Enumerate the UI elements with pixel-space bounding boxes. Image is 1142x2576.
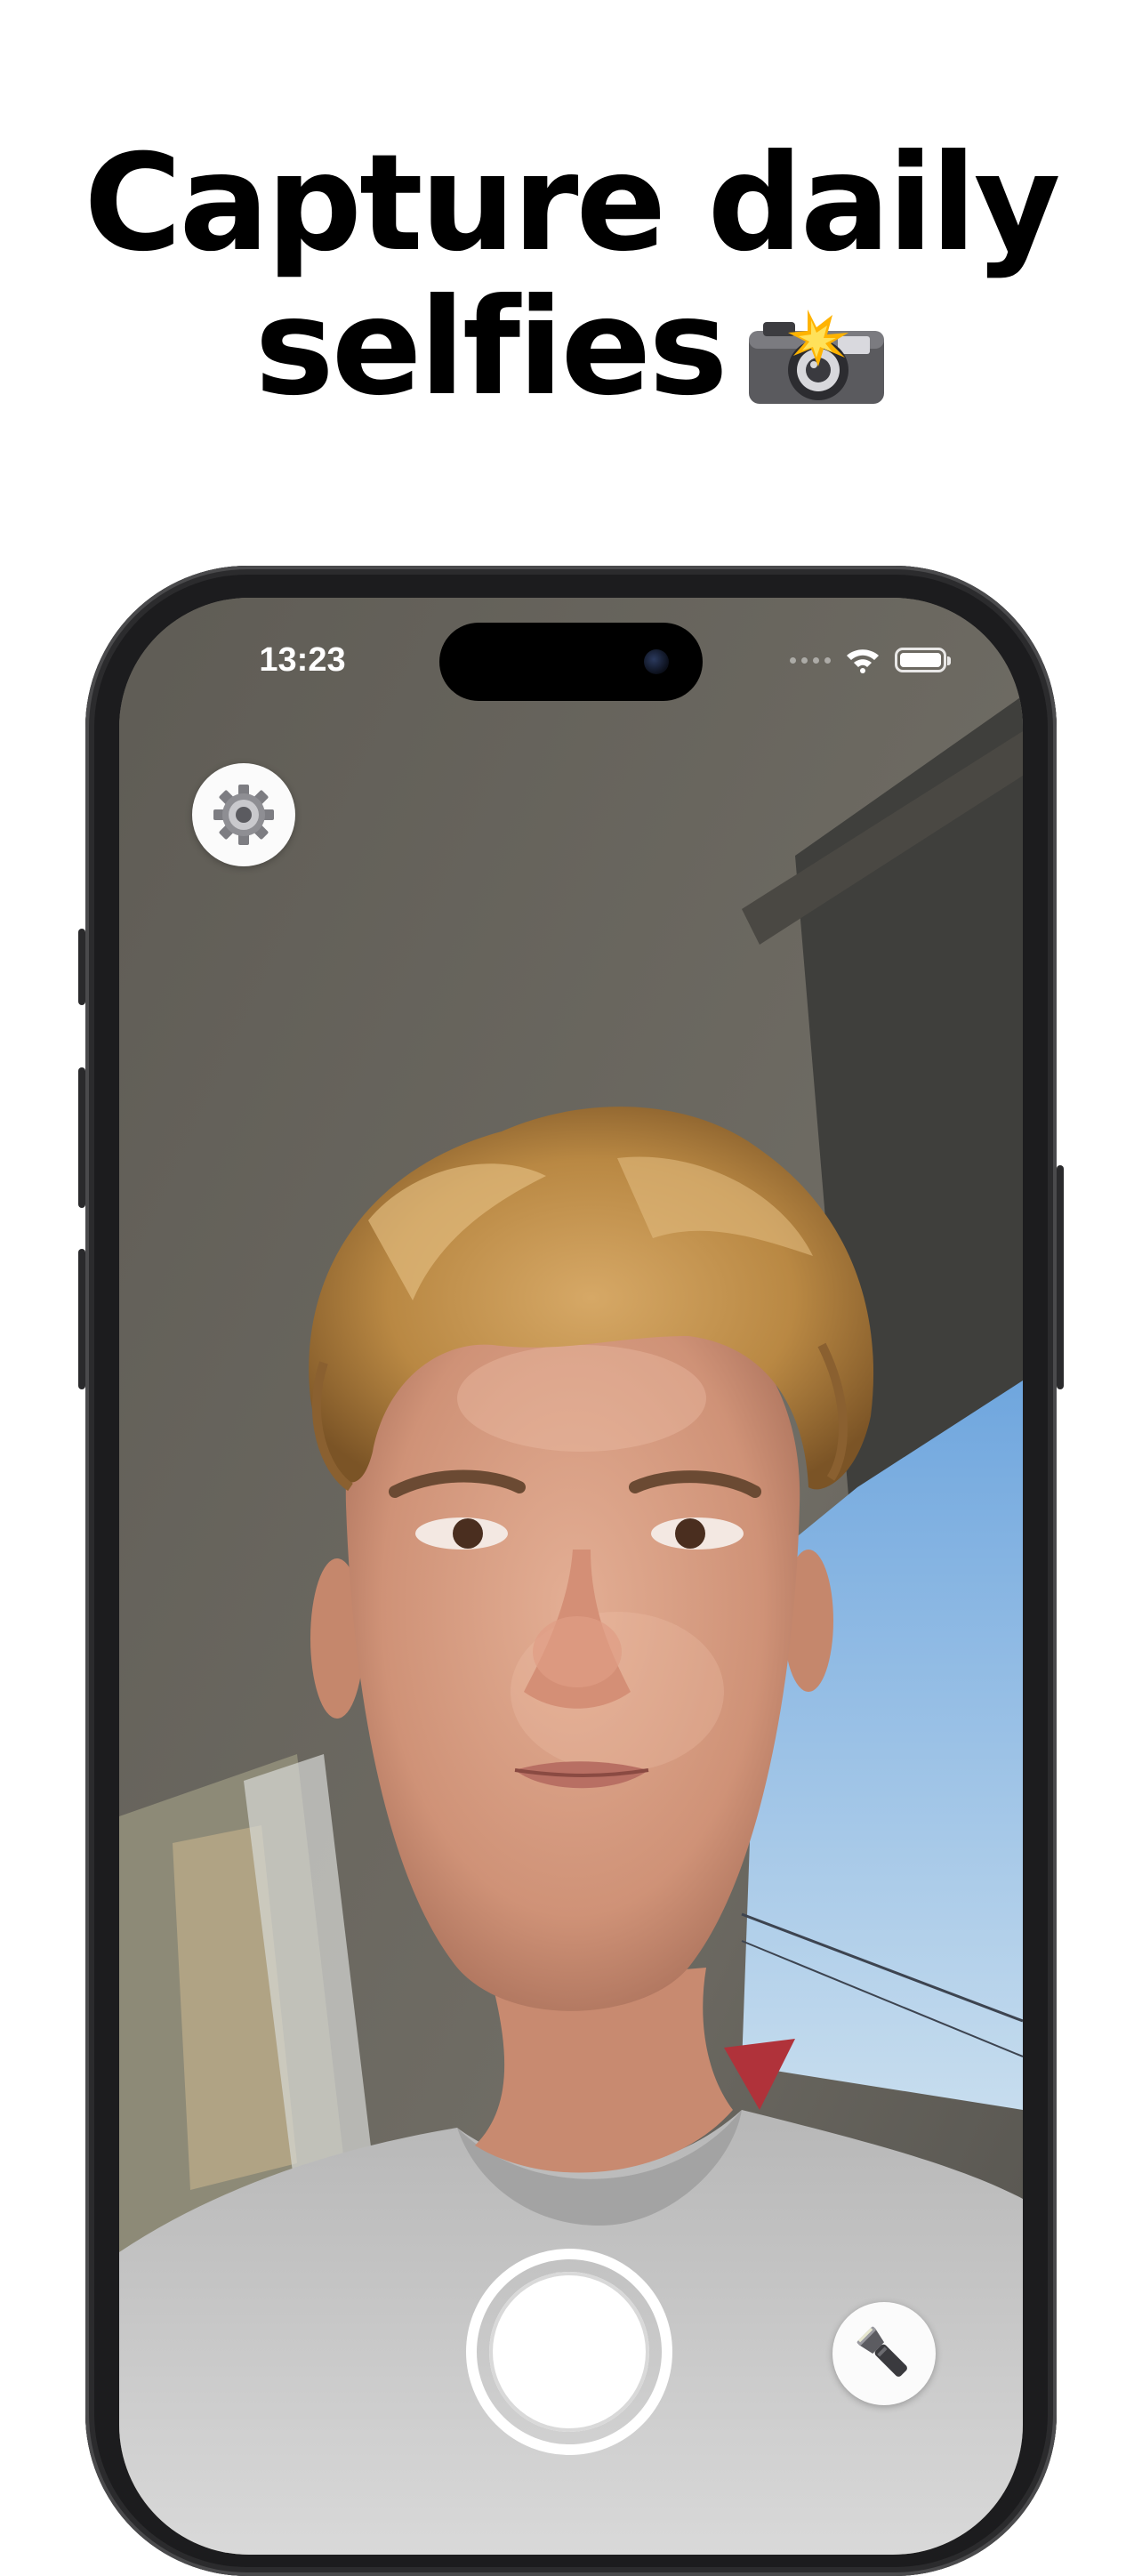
status-icons bbox=[790, 642, 951, 678]
torch-button[interactable] bbox=[832, 2302, 936, 2405]
wifi-icon bbox=[847, 649, 879, 673]
dynamic-island bbox=[439, 623, 703, 701]
camera-screen: 13:23 bbox=[119, 598, 1023, 2555]
front-camera-lens bbox=[644, 649, 669, 674]
action-button bbox=[78, 929, 85, 1005]
headline: Capture daily selfies bbox=[0, 132, 1142, 420]
headline-line-2: selfies bbox=[254, 270, 728, 425]
gear-icon bbox=[213, 785, 274, 845]
volume-down-button bbox=[78, 1249, 85, 1389]
shutter-icon bbox=[489, 2272, 649, 2432]
battery-level bbox=[900, 653, 941, 667]
shutter-button[interactable] bbox=[466, 2249, 672, 2455]
signal-dots-icon bbox=[790, 656, 831, 664]
camera-with-flash-icon bbox=[745, 288, 888, 404]
headline-line-2-wrap: selfies bbox=[0, 276, 1142, 420]
headline-line-1: Capture daily bbox=[84, 126, 1060, 281]
status-time: 13:23 bbox=[259, 641, 346, 679]
flashlight-icon bbox=[856, 2326, 907, 2377]
volume-up-button bbox=[78, 1067, 85, 1208]
battery-icon bbox=[895, 648, 951, 672]
settings-button[interactable] bbox=[192, 763, 295, 866]
power-button bbox=[1057, 1165, 1064, 1389]
